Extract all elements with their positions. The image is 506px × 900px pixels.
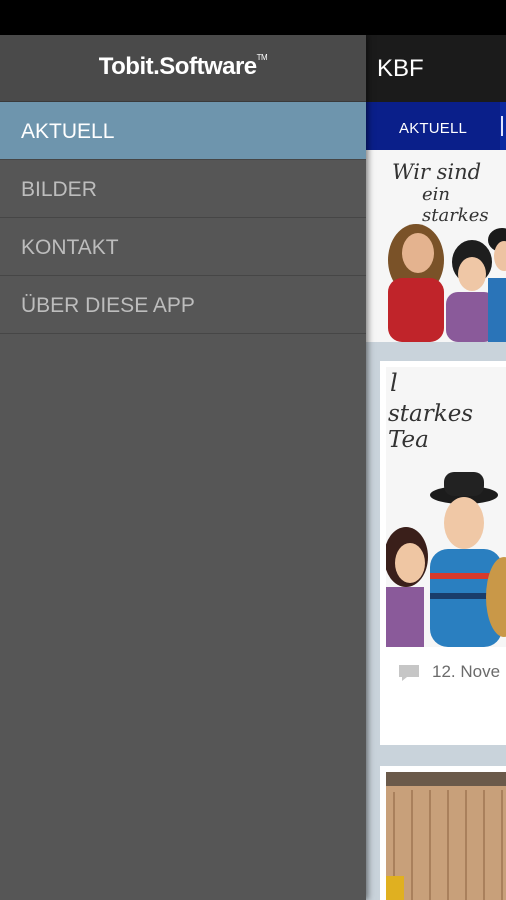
status-bar — [0, 0, 506, 35]
group-photo — [388, 224, 506, 342]
feed-card[interactable] — [380, 766, 506, 900]
group-photo — [386, 472, 506, 647]
tab-divider — [501, 116, 503, 136]
comment-icon[interactable] — [398, 664, 420, 682]
tab-aktuell[interactable]: AKTUELL — [366, 102, 500, 150]
drawer-item-bilder[interactable]: BILDER — [0, 160, 366, 218]
post-image — [386, 772, 506, 900]
drawer-item-label: BILDER — [21, 178, 97, 201]
post-image: l starkes Tea — [386, 367, 506, 647]
tobit-logo: Tobit.SoftwareTM — [0, 53, 366, 81]
drawer-item-ueber-diese-app[interactable]: ÜBER DIESE APP — [0, 276, 366, 334]
drawer-item-aktuell[interactable]: AKTUELL — [0, 102, 366, 160]
app-bar: KBF — [366, 35, 506, 102]
tab-label: AKTUELL — [399, 120, 468, 137]
drawer-item-label: KONTAKT — [21, 236, 119, 259]
drawer-item-kontakt[interactable]: KONTAKT — [0, 218, 366, 276]
drawer-item-label: AKTUELL — [21, 120, 115, 143]
drawer-header: Tobit.SoftwareTM — [0, 35, 366, 102]
post-date: 12. Nove — [432, 662, 501, 681]
tab-strip: AKTUELL — [366, 102, 506, 150]
feed-card[interactable]: l starkes Tea 12. Nove — [380, 361, 506, 745]
app-title: KBF — [377, 55, 424, 82]
main-content: KBF AKTUELL Wir sind ein starkes l stark… — [366, 35, 506, 900]
logo-trademark: TM — [256, 53, 268, 62]
feed-card[interactable]: Wir sind ein starkes — [366, 150, 506, 342]
drawer-item-label: ÜBER DIESE APP — [21, 294, 195, 317]
post-image: Wir sind ein starkes — [366, 150, 506, 342]
logo-text: Tobit.Software — [98, 53, 257, 80]
navigation-drawer: Tobit.SoftwareTM AKTUELL BILDER KONTAKT … — [0, 35, 366, 900]
